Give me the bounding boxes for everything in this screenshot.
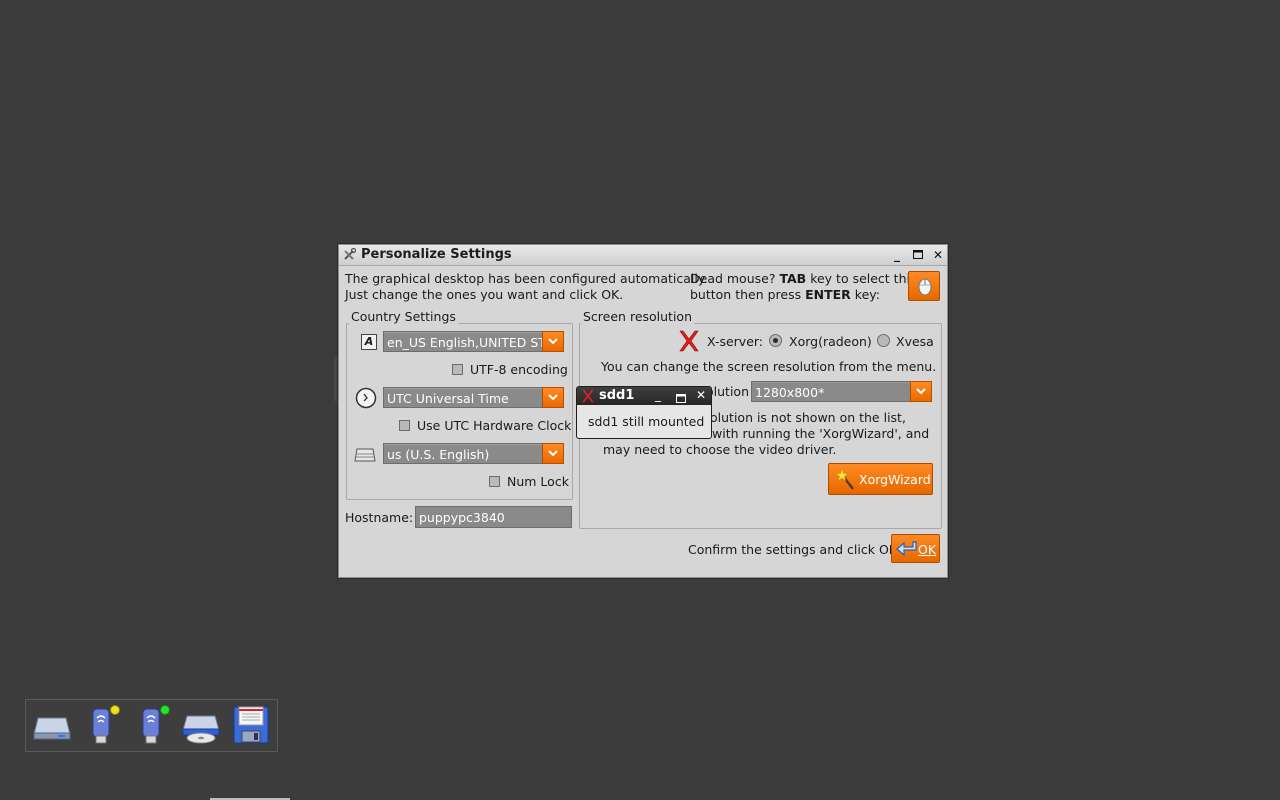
xorg-option-label: Xorg(radeon): [789, 334, 872, 349]
xorg-radio[interactable]: [769, 334, 782, 347]
mouse-button[interactable]: [908, 271, 940, 301]
chevron-down-icon: [916, 388, 926, 395]
dead-mouse-prefix: Dead mouse?: [690, 271, 780, 286]
utf8-checkbox[interactable]: [452, 364, 463, 375]
hard-drive-icon[interactable]: [31, 704, 73, 746]
locale-dropdown-button[interactable]: [542, 331, 564, 352]
window-titlebar[interactable]: Personalize Settings _ ✕: [339, 245, 947, 266]
utc-clock-label: Use UTC Hardware Clock: [417, 418, 572, 433]
keyboard-dropdown-button[interactable]: [542, 443, 564, 464]
maximize-button[interactable]: [911, 248, 925, 262]
optical-drive-icon[interactable]: [180, 704, 222, 746]
locale-icon: A: [361, 334, 377, 350]
numlock-label: Num Lock: [507, 474, 569, 489]
xserver-label: X-server:: [707, 334, 764, 349]
resolution-combo-value[interactable]: 1280x800*: [751, 381, 911, 402]
keyboard-combo-value[interactable]: us (U.S. English): [383, 443, 543, 464]
popup-maximize-button[interactable]: [676, 391, 686, 406]
popup-minimize-button[interactable]: _: [655, 388, 661, 402]
enter-arrow-icon: [896, 541, 917, 557]
window-title: Personalize Settings: [361, 247, 512, 262]
mount-notification-window: sdd1 _ ✕ sdd1 still mounted: [576, 386, 712, 439]
floppy-icon[interactable]: [230, 704, 272, 746]
dead-mouse-line2: button then press: [690, 287, 806, 302]
utf8-label: UTF-8 encoding: [470, 362, 568, 377]
popup-title: sdd1: [599, 388, 635, 403]
xvesa-radio[interactable]: [877, 334, 890, 347]
magic-wand-icon: [836, 469, 854, 490]
resolution-dropdown-button[interactable]: [910, 381, 932, 402]
x-icon: [581, 389, 595, 406]
chevron-down-icon: [548, 450, 558, 457]
hostname-input[interactable]: puppypc3840: [415, 506, 572, 528]
clock-icon: [355, 387, 377, 412]
chevron-down-icon: [548, 338, 558, 345]
settings-icon: [343, 247, 357, 264]
note-line-1: olution is not shown on the list,: [710, 410, 906, 425]
note-line-2: with running the 'XorgWizard', and: [712, 426, 930, 441]
hostname-label: Hostname:: [345, 510, 414, 525]
ok-label: OK: [918, 542, 937, 557]
intro-line-1: The graphical desktop has been configure…: [345, 271, 708, 286]
mouse-icon: [918, 278, 932, 296]
resolution-label: olution: [706, 384, 749, 399]
usb-drive-icon[interactable]: [131, 704, 173, 746]
intro-text: The graphical desktop has been configure…: [345, 271, 707, 303]
dead-mouse-suffix: key:: [850, 287, 880, 302]
drive-icons-bar: [25, 699, 278, 752]
timezone-combo-value[interactable]: UTC Universal Time: [383, 387, 543, 408]
popup-message: sdd1 still mounted: [588, 414, 705, 429]
xorgwizard-label: XorgWizard: [859, 472, 931, 487]
close-button[interactable]: ✕: [931, 248, 945, 262]
ok-button[interactable]: OK: [891, 534, 940, 563]
dead-mouse-mid: key to select this: [806, 271, 917, 286]
note-line-3: may need to choose the video driver.: [603, 442, 837, 457]
intro-line-2: Just change the ones you want and click …: [345, 287, 624, 302]
minimize-button[interactable]: _: [890, 248, 904, 262]
screen-resolution-label: Screen resolution: [581, 309, 695, 324]
enter-key: ENTER: [805, 287, 851, 302]
utc-clock-checkbox[interactable]: [399, 420, 410, 431]
xvesa-option-label: Xvesa: [896, 334, 934, 349]
popup-titlebar[interactable]: sdd1 _ ✕: [577, 387, 711, 405]
keyboard-icon: [354, 447, 376, 466]
x-icon: [678, 330, 700, 355]
xorgwizard-button[interactable]: XorgWizard: [828, 463, 933, 495]
resolution-change-text: You can change the screen resolution fro…: [601, 359, 937, 374]
country-settings-label: Country Settings: [349, 309, 458, 324]
numlock-checkbox[interactable]: [489, 476, 500, 487]
confirm-text: Confirm the settings and click OK.: [688, 542, 901, 557]
popup-close-button[interactable]: ✕: [696, 388, 706, 402]
chevron-down-icon: [548, 394, 558, 401]
locale-combo-value[interactable]: en_US English,UNITED STATES: [383, 331, 543, 352]
tab-key: TAB: [779, 271, 807, 286]
timezone-dropdown-button[interactable]: [542, 387, 564, 408]
usb-drive-icon[interactable]: [81, 704, 123, 746]
dead-mouse-text: Dead mouse? TAB key to select this butto…: [690, 271, 917, 303]
